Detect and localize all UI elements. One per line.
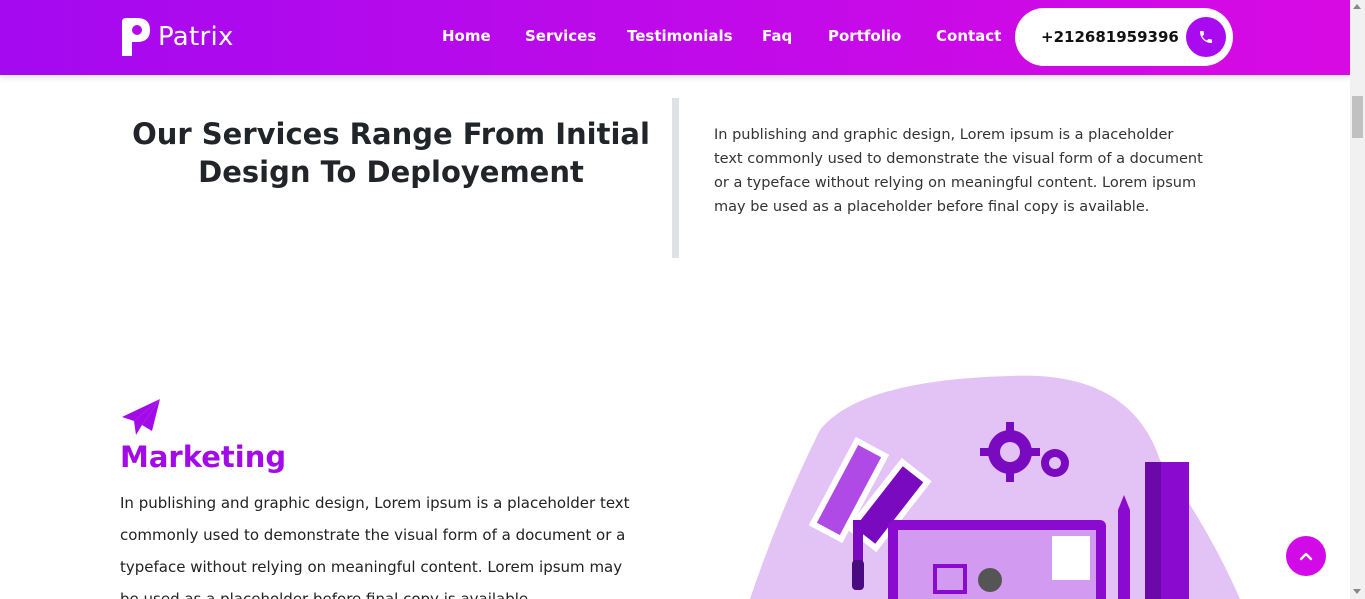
site-header: Patrix Home Services Testimonials Faq Po… bbox=[0, 0, 1350, 75]
chevron-up-icon bbox=[1299, 552, 1313, 561]
phone-call-button[interactable] bbox=[1186, 17, 1226, 57]
scroll-thumb[interactable] bbox=[1352, 96, 1363, 138]
paper-plane-icon bbox=[122, 399, 160, 435]
nav-home[interactable]: Home bbox=[442, 27, 491, 45]
nav-testimonials[interactable]: Testimonials bbox=[627, 27, 733, 45]
services-intro-text: In publishing and graphic design, Lorem … bbox=[714, 127, 1203, 215]
services-heading: Our Services Range From Initial Design T… bbox=[132, 117, 650, 189]
phone-contact[interactable]: +212681959396 bbox=[1015, 8, 1233, 66]
scroll-down-arrow-icon[interactable] bbox=[1353, 589, 1361, 594]
logo-p-icon bbox=[122, 18, 150, 56]
marketing-text: In publishing and graphic design, Lorem … bbox=[120, 494, 630, 599]
nav-services[interactable]: Services bbox=[525, 27, 596, 45]
logo[interactable]: Patrix bbox=[120, 16, 234, 58]
scroll-up-arrow-icon[interactable] bbox=[1353, 4, 1361, 9]
marketing-title: Marketing bbox=[120, 440, 287, 474]
phone-icon bbox=[1200, 31, 1212, 43]
nav-faq[interactable]: Faq bbox=[762, 27, 792, 45]
nav-portfolio[interactable]: Portfolio bbox=[828, 27, 901, 45]
logo-text: Patrix bbox=[158, 22, 234, 52]
back-to-top-button[interactable] bbox=[1286, 536, 1326, 576]
nav-contact[interactable]: Contact bbox=[936, 27, 1001, 45]
phone-number[interactable]: +212681959396 bbox=[1041, 28, 1179, 46]
vertical-divider bbox=[672, 98, 679, 258]
page-scrollbar[interactable] bbox=[1350, 0, 1365, 599]
design-illustration bbox=[750, 375, 1240, 599]
